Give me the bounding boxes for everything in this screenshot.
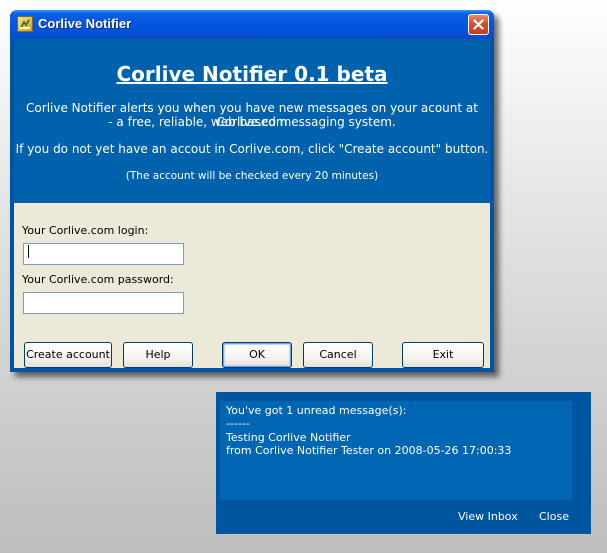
ok-button[interactable]: OK <box>222 342 292 368</box>
password-input[interactable] <box>23 292 184 314</box>
close-window-button[interactable] <box>468 14 489 35</box>
close-icon <box>473 19 484 30</box>
login-input[interactable] <box>23 243 184 265</box>
help-button[interactable]: Help <box>123 342 193 368</box>
info-banner: Corlive Notifier 0.1 beta Corlive Notifi… <box>14 39 490 203</box>
text-caret <box>28 245 29 258</box>
window-title: Corlive Notifier <box>38 16 132 31</box>
close-notification-link[interactable]: Close <box>539 510 569 523</box>
title-bar[interactable]: Corlive Notifier <box>10 10 494 39</box>
notification-message-area: You've got 1 unread message(s): ------ T… <box>220 401 572 500</box>
app-heading: Corlive Notifier 0.1 beta <box>116 62 388 86</box>
check-interval-note: (The account will be checked every 20 mi… <box>125 170 379 182</box>
description-line-2: - a free, reliable, web based messaging … <box>108 115 396 129</box>
exit-button[interactable]: Exit <box>402 342 484 368</box>
description-line-3: If you do not yet have an accout in Corl… <box>15 142 489 156</box>
notifier-window: Corlive Notifier Corlive Notifier 0.1 be… <box>10 10 494 372</box>
unread-count-text: You've got 1 unread message(s): <box>226 404 407 417</box>
notifier-app-icon <box>17 16 33 32</box>
view-inbox-link[interactable]: View Inbox <box>458 510 518 523</box>
login-label: Your Corlive.com login: <box>22 224 149 237</box>
separator-text: ------ <box>226 417 250 430</box>
window-client-area: Corlive Notifier 0.1 beta Corlive Notifi… <box>14 39 490 368</box>
create-account-button[interactable]: Create account <box>24 342 112 368</box>
message-sender-date: from Corlive Notifier Tester on 2008-05-… <box>226 444 512 457</box>
password-label: Your Corlive.com password: <box>22 273 174 286</box>
message-subject: Testing Corlive Notifier <box>226 431 351 444</box>
cancel-button[interactable]: Cancel <box>303 342 373 368</box>
notification-popup: You've got 1 unread message(s): ------ T… <box>216 392 591 534</box>
